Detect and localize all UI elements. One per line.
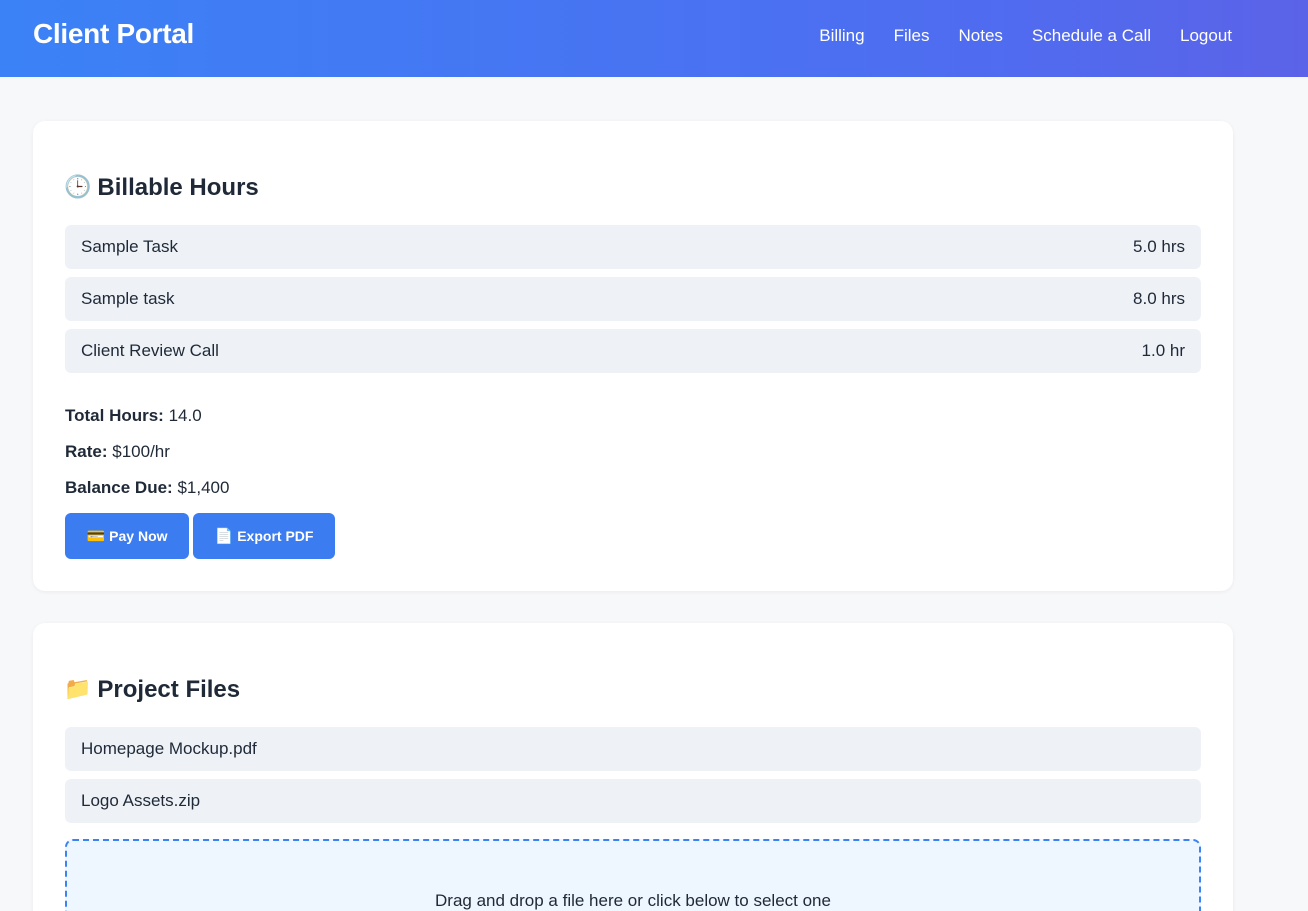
pay-now-label: Pay Now bbox=[109, 528, 168, 544]
balance-due-label: Balance Due: bbox=[65, 478, 173, 497]
top-bar: Client Portal Billing Files Notes Schedu… bbox=[0, 0, 1308, 77]
file-item[interactable]: Logo Assets.zip bbox=[65, 779, 1201, 823]
main-nav: Billing Files Notes Schedule a Call Logo… bbox=[819, 26, 1232, 46]
task-name: Sample task bbox=[81, 289, 175, 308]
task-name: Sample Task bbox=[81, 237, 179, 256]
project-files-title: Project Files bbox=[97, 676, 241, 703]
rate-value: $100/hr bbox=[112, 442, 170, 461]
task-row: Sample task 8.0 hrs bbox=[65, 277, 1201, 321]
balance-due: Balance Due: $1,400 bbox=[65, 478, 229, 498]
task-hours: 5.0 hrs bbox=[1133, 237, 1185, 256]
pay-now-button[interactable]: 💳 Pay Now bbox=[65, 513, 189, 559]
billable-hours-title: Billable Hours bbox=[97, 174, 259, 201]
nav-logout[interactable]: Logout bbox=[1180, 26, 1232, 46]
file-name: Homepage Mockup.pdf bbox=[81, 739, 257, 758]
task-row: Client Review Call 1.0 hr bbox=[65, 329, 1201, 373]
file-name: Logo Assets.zip bbox=[81, 791, 201, 810]
billable-hours-heading: 🕒 Billable Hours bbox=[64, 174, 259, 202]
billable-hours-card: 🕒 Billable Hours Sample Task 5.0 hrs Sam… bbox=[33, 121, 1233, 591]
rate-label: Rate: bbox=[65, 442, 108, 461]
nav-billing[interactable]: Billing bbox=[819, 26, 864, 46]
nav-notes[interactable]: Notes bbox=[959, 26, 1003, 46]
app-title: Client Portal bbox=[33, 18, 195, 49]
task-hours: 1.0 hr bbox=[1141, 341, 1185, 360]
task-hours: 8.0 hrs bbox=[1133, 289, 1185, 308]
nav-files[interactable]: Files bbox=[894, 26, 930, 46]
project-files-card: 📁 Project Files Homepage Mockup.pdf Logo… bbox=[33, 623, 1233, 911]
export-pdf-button[interactable]: 📄 Export PDF bbox=[193, 513, 335, 559]
task-row: Sample Task 5.0 hrs bbox=[65, 225, 1201, 269]
task-name: Client Review Call bbox=[81, 341, 219, 360]
clock-icon: 🕒 bbox=[64, 175, 92, 200]
project-files-heading: 📁 Project Files bbox=[64, 676, 240, 704]
rate: Rate: $100/hr bbox=[65, 442, 170, 462]
total-hours: Total Hours: 14.0 bbox=[65, 406, 202, 426]
nav-schedule-call[interactable]: Schedule a Call bbox=[1032, 26, 1151, 46]
balance-due-value: $1,400 bbox=[177, 478, 230, 497]
file-dropzone[interactable]: Drag and drop a file here or click below… bbox=[65, 839, 1201, 911]
document-icon: 📄 bbox=[214, 526, 234, 545]
export-pdf-label: Export PDF bbox=[237, 528, 314, 544]
total-hours-value: 14.0 bbox=[168, 406, 202, 425]
folder-icon: 📁 bbox=[64, 677, 92, 702]
total-hours-label: Total Hours: bbox=[65, 406, 164, 425]
file-item[interactable]: Homepage Mockup.pdf bbox=[65, 727, 1201, 771]
dropzone-text: Drag and drop a file here or click below… bbox=[435, 891, 831, 910]
credit-card-icon: 💳 bbox=[86, 526, 106, 545]
